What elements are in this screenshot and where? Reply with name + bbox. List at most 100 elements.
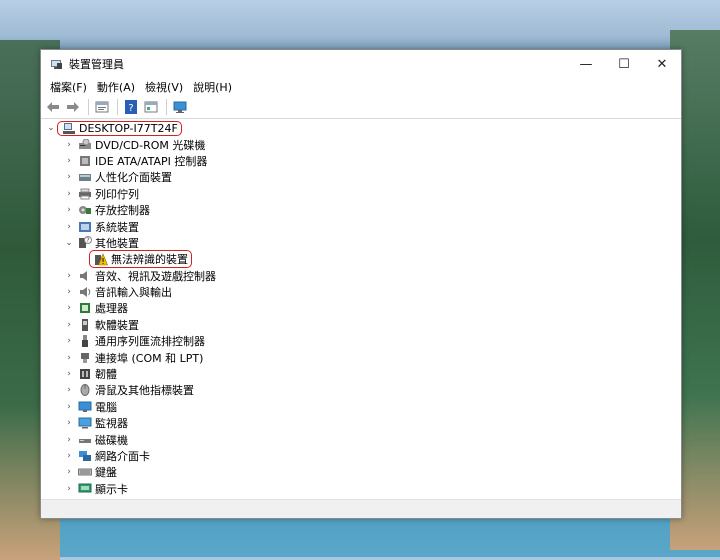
mouse-icon [78, 384, 92, 397]
tree-item-label: 人性化介面裝置 [95, 171, 172, 185]
tree-item-printer[interactable]: › 列印佇列 [41, 186, 681, 202]
minimize-button[interactable]: — [567, 50, 605, 78]
window-title: 裝置管理員 [69, 58, 124, 71]
expand-chevron-icon[interactable]: › [63, 467, 75, 477]
tree-item-software-device[interactable]: › 軟體裝置 [41, 317, 681, 333]
tree-item-label: 其他裝置 [95, 236, 139, 250]
tree-item-label: 顯示卡 [95, 482, 128, 496]
tree-root[interactable]: ⌄ DESKTOP-I77T24F [41, 120, 681, 136]
tree-item-dvd[interactable]: › DVD/CD-ROM 光碟機 [41, 136, 681, 152]
expand-chevron-icon[interactable]: › [63, 189, 75, 199]
back-arrow-icon[interactable] [44, 99, 62, 115]
close-button[interactable]: ✕ [643, 50, 681, 78]
tree-item-display-adapter[interactable]: › 顯示卡 [41, 481, 681, 497]
status-bar [41, 499, 681, 518]
tree-item-mouse[interactable]: › 滑鼠及其他指標裝置 [41, 382, 681, 398]
tree-item-label: DVD/CD-ROM 光碟機 [95, 138, 206, 152]
storage-controller-icon [78, 204, 92, 217]
monitor-scan-icon[interactable] [171, 99, 189, 115]
expand-chevron-icon[interactable]: › [63, 205, 75, 215]
computer-root-icon [62, 122, 76, 135]
expand-chevron-icon[interactable]: › [63, 336, 75, 346]
tree-item-label: 軟體裝置 [95, 318, 139, 332]
tree-item-label: 滑鼠及其他指標裝置 [95, 384, 194, 398]
expand-chevron-icon[interactable]: › [63, 484, 75, 494]
expand-chevron-icon[interactable]: › [63, 369, 75, 379]
tree-item-hid[interactable]: › 人性化介面裝置 [41, 169, 681, 185]
tree-item-ide[interactable]: › IDE ATA/ATAPI 控制器 [41, 153, 681, 169]
display-adapter-icon [78, 482, 92, 495]
tree-item-ports[interactable]: › 連接埠 (COM 和 LPT) [41, 349, 681, 365]
firmware-icon [78, 368, 92, 381]
tree-item-label: 網路介面卡 [95, 450, 150, 463]
expand-chevron-icon[interactable]: › [63, 320, 75, 330]
expand-chevron-icon[interactable]: › [63, 402, 75, 412]
maximize-button[interactable]: ☐ [605, 50, 643, 78]
menu-file[interactable]: 檔案(F) [45, 79, 92, 95]
tree-item-label: 列印佇列 [95, 187, 139, 201]
tree-item-network-adapter[interactable]: › 網路介面卡 [41, 448, 681, 464]
tree-item-label: 音效、視訊及遊戲控制器 [95, 269, 216, 283]
tree-item-storage[interactable]: › 存放控制器 [41, 202, 681, 218]
menu-action[interactable]: 動作(A) [92, 79, 140, 95]
software-device-icon [78, 318, 92, 331]
toolbar-separator [117, 99, 118, 115]
hid-icon [78, 171, 92, 184]
tree-item-firmware[interactable]: › 韌體 [41, 366, 681, 382]
keyboard-icon [78, 466, 92, 479]
processor-icon [78, 302, 92, 315]
expand-chevron-icon[interactable]: › [63, 353, 75, 363]
expand-chevron-icon[interactable]: › [63, 451, 75, 461]
tree-item-usb[interactable]: › 通用序列匯流排控制器 [41, 333, 681, 349]
tree-item-label: 監視器 [95, 417, 128, 431]
tree-item-system[interactable]: › 系統裝置 [41, 218, 681, 234]
expand-chevron-icon[interactable]: › [63, 303, 75, 313]
tree-item-disk-drive[interactable]: › 磁碟機 [41, 431, 681, 447]
expand-chevron-icon[interactable]: › [63, 418, 75, 428]
tree-item-keyboard[interactable]: › 鍵盤 [41, 464, 681, 480]
tree-item-audio-io[interactable]: › 音訊輸入與輸出 [41, 284, 681, 300]
expand-chevron-icon[interactable]: › [63, 435, 75, 445]
svg-text:?: ? [86, 237, 89, 244]
tree-item-label: 音訊輸入與輸出 [95, 286, 172, 300]
title-bar[interactable]: 裝置管理員 — ☐ ✕ [41, 50, 681, 78]
tree-item-label: 磁碟機 [95, 433, 128, 447]
expand-chevron-icon[interactable]: › [63, 172, 75, 182]
computer-icon [78, 400, 92, 413]
system-device-icon [78, 220, 92, 233]
computer-name-label: DESKTOP-I77T24F [79, 121, 178, 135]
tree-item-computer[interactable]: › 電腦 [41, 399, 681, 415]
collapse-chevron-icon[interactable]: ⌄ [63, 238, 75, 248]
menu-bar: 檔案(F) 動作(A) 檢視(V) 說明(H) [41, 78, 681, 96]
view-icon[interactable] [142, 99, 160, 115]
menu-view[interactable]: 檢視(V) [140, 79, 188, 95]
tree-item-label: 無法辨識的裝置 [111, 253, 188, 267]
tree-item-label: 通用序列匯流排控制器 [95, 335, 205, 349]
tree-item-label: 處理器 [95, 302, 128, 316]
help-icon[interactable]: ? [122, 99, 140, 115]
toolbar: ? [41, 96, 681, 119]
tree-item-label: 存放控制器 [95, 204, 150, 218]
expand-chevron-icon[interactable]: › [63, 140, 75, 150]
forward-arrow-icon[interactable] [64, 99, 82, 115]
expand-chevron-icon[interactable]: › [63, 287, 75, 297]
expand-chevron-icon[interactable]: › [63, 156, 75, 166]
tree-item-unknown-device[interactable]: 無法辨識的裝置 [41, 250, 681, 269]
tree-item-processor[interactable]: › 處理器 [41, 300, 681, 316]
properties-icon[interactable] [93, 99, 111, 115]
tree-item-other-devices[interactable]: ⌄ ? 其他裝置 [41, 235, 681, 251]
toolbar-separator [166, 99, 167, 115]
expand-chevron-icon[interactable]: › [63, 385, 75, 395]
collapse-chevron-icon[interactable]: ⌄ [45, 123, 57, 133]
expand-chevron-icon[interactable]: › [63, 271, 75, 281]
svg-text:?: ? [128, 103, 133, 114]
highlight-box: 無法辨識的裝置 [89, 250, 192, 269]
other-devices-icon: ? [78, 236, 92, 249]
menu-help[interactable]: 說明(H) [188, 79, 237, 95]
device-manager-icon [49, 57, 63, 71]
audio-io-icon [78, 286, 92, 299]
tree-item-sound[interactable]: › 音效、視訊及遊戲控制器 [41, 268, 681, 284]
expand-chevron-icon[interactable]: › [63, 222, 75, 232]
speaker-icon [78, 269, 92, 282]
tree-item-monitor[interactable]: › 監視器 [41, 415, 681, 431]
